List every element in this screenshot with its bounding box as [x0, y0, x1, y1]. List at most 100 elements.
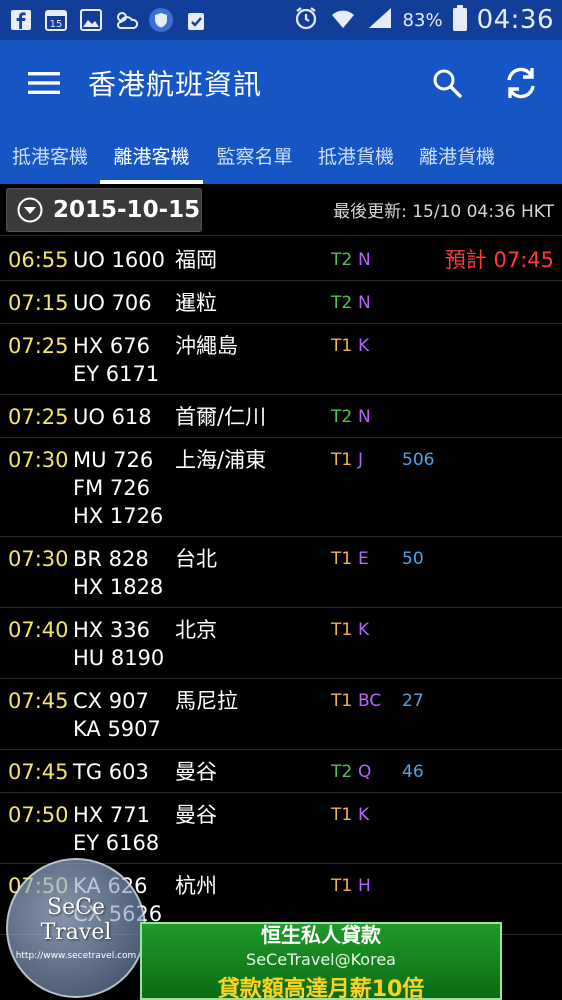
flight-numbers: UO 618 [73, 403, 173, 431]
flight-number: CX 907 [73, 689, 149, 713]
clipboard-icon [183, 7, 209, 33]
flight-number: TG 603 [73, 760, 149, 784]
terminal: T2 [331, 250, 353, 270]
tab-arrivals-passenger[interactable]: 抵港客機 [0, 126, 100, 184]
app-title: 香港航班資訊 [88, 68, 263, 101]
search-icon [433, 69, 462, 98]
check-in-aisle: K [358, 336, 370, 356]
terminal: T2 [331, 407, 353, 427]
flight-numbers: HX 771 EY 6168 [73, 801, 173, 857]
destination: 首爾/仁川 [175, 405, 267, 429]
tab-watch-list[interactable]: 監察名單 [203, 126, 306, 184]
flight-number: HX 1726 [73, 504, 164, 528]
gate-number: 50 [402, 549, 424, 569]
check-in-aisle: Q [358, 762, 372, 782]
flight-number: HU 8190 [73, 646, 165, 670]
ad-banner[interactable]: 恒生私人貸款 SeCeTravel@Korea 貸款額高達月薪10倍 [140, 922, 502, 1000]
flight-numbers: HX 336 HU 8190 [73, 616, 173, 672]
flight-row[interactable]: 07:15 UO 706 暹粒 T2 N [0, 281, 562, 324]
departure-time: 07:50 [8, 803, 69, 827]
flight-row[interactable]: 07:30 MU 726 FM 726 HX 1726 上海/浦東 T1 J 506 [0, 438, 562, 537]
battery-icon [452, 5, 467, 35]
flight-number: KA 5907 [73, 717, 161, 741]
search-button[interactable] [410, 40, 484, 126]
terminal: T1 [331, 336, 353, 356]
check-in-aisle: N [358, 293, 371, 313]
flight-row[interactable]: 07:45 TG 603 曼谷 T2 Q 46 [0, 750, 562, 793]
hamburger-icon [28, 72, 60, 94]
flight-numbers: BR 828 HX 1828 [73, 545, 173, 601]
last-updated: 最後更新: 15/10 04:36 HKT [333, 202, 554, 222]
check-in-aisle: N [358, 250, 371, 270]
flight-list: 06:55 UO 1600 福岡 T2 N 預計 07:45 07:15 UO 706 暹粒 T2… [0, 238, 562, 935]
check-in-aisle: H [358, 876, 371, 896]
flight-number: FM 726 [73, 476, 150, 500]
check-in-aisle: E [358, 549, 369, 569]
status-remark: 預計 07:45 [444, 248, 554, 272]
flight-row[interactable]: 07:50 HX 771 EY 6168 曼谷 T1 K [0, 793, 562, 864]
alarm-icon [293, 5, 319, 35]
system-status: 83% 04:36 [293, 5, 554, 35]
flight-numbers: MU 726 FM 726 HX 1726 [73, 446, 173, 530]
status-bar: 15 83% 04:36 [0, 0, 562, 40]
flight-number: HX 336 [73, 618, 150, 642]
tab-arrivals-cargo[interactable]: 抵港貨機 [306, 126, 406, 184]
battery-percent: 83% [402, 9, 443, 31]
watermark-url: http://www.secetravel.com [15, 951, 137, 961]
flight-row[interactable]: 07:30 BR 828 HX 1828 台北 T1 E 50 [0, 537, 562, 608]
departure-time: 07:25 [8, 334, 69, 358]
gallery-icon [78, 7, 104, 33]
departure-time: 06:55 [8, 248, 69, 272]
refresh-button[interactable] [484, 40, 558, 126]
flight-row[interactable]: 07:45 CX 907 KA 5907 馬尼拉 T1 BC 27 [0, 679, 562, 750]
calendar-day: 15 [50, 19, 63, 30]
flight-number: BR 828 [73, 547, 149, 571]
terminal: T1 [331, 450, 353, 470]
check-in-aisle: N [358, 407, 371, 427]
ad-title: 恒生私人貸款 [261, 923, 381, 947]
flight-number: UO 618 [73, 405, 152, 429]
gate-number: 27 [402, 691, 424, 711]
departure-time: 07:45 [8, 689, 69, 713]
app-bar: 香港航班資訊 [0, 40, 562, 126]
gate-number: 46 [402, 762, 424, 782]
refresh-icon [507, 67, 535, 99]
tab-departures-cargo[interactable]: 離港貨機 [406, 126, 508, 184]
departure-time: 07:25 [8, 405, 69, 429]
signal-icon [367, 6, 393, 34]
clock: 04:36 [476, 5, 554, 35]
watermark-title: SeCe [47, 895, 105, 920]
dropdown-circle-icon [17, 197, 43, 222]
terminal: T2 [331, 762, 353, 782]
check-in-aisle: K [358, 805, 370, 825]
departure-time: 07:30 [8, 448, 69, 472]
flight-number: HX 676 [73, 334, 150, 358]
menu-button[interactable] [0, 40, 88, 126]
flight-number: HX 1828 [73, 575, 164, 599]
flight-row[interactable]: 07:40 HX 336 HU 8190 北京 T1 K [0, 608, 562, 679]
flight-row[interactable]: 07:25 HX 676 EY 6171 沖繩島 T1 K [0, 324, 562, 395]
ad-cta: 貸款額高達月薪10倍 [217, 977, 425, 1000]
flight-numbers: CX 907 KA 5907 [73, 687, 173, 743]
flight-number: UO 706 [73, 291, 152, 315]
flight-number: EY 6168 [73, 831, 160, 855]
flight-number: UO 1600 [73, 248, 166, 272]
departure-time: 07:45 [8, 760, 69, 784]
destination: 上海/浦東 [175, 448, 267, 472]
departure-time: 07:30 [8, 547, 69, 571]
date-picker-button[interactable]: 2015-10-15 [6, 187, 202, 232]
flight-number: HX 771 [73, 803, 150, 827]
flight-numbers: HX 676 EY 6171 [73, 332, 173, 388]
check-in-aisle: K [358, 620, 370, 640]
tab-bar: 抵港客機 離港客機 監察名單 抵港貨機 離港貨機 [0, 126, 562, 184]
watermark-logo: SeCe Travel http://www.secetravel.com [6, 858, 146, 998]
shield-icon [148, 7, 174, 33]
flight-row[interactable]: 07:25 UO 618 首爾/仁川 T2 N [0, 395, 562, 438]
weather-icon [113, 7, 139, 33]
tab-departures-passenger[interactable]: 離港客機 [100, 126, 203, 184]
flight-number: EY 6171 [73, 362, 160, 386]
flight-row[interactable]: 06:55 UO 1600 福岡 T2 N 預計 07:45 [0, 238, 562, 281]
destination: 北京 [175, 618, 217, 642]
check-in-aisle: BC [358, 691, 382, 711]
calendar-15-icon: 15 [43, 7, 69, 33]
